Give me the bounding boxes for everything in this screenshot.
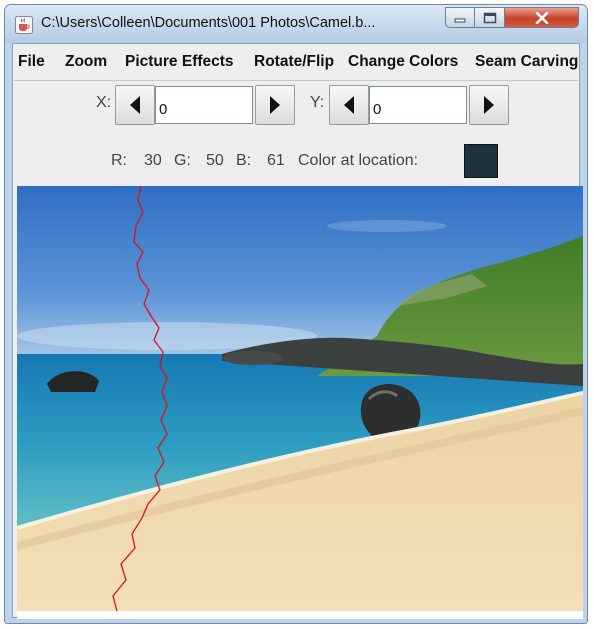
right-arrow-icon	[270, 96, 280, 114]
blue-value: 61	[267, 152, 285, 169]
client-area: File Zoom Picture Effects Rotate/Flip Ch…	[12, 43, 583, 619]
minimize-icon	[454, 18, 466, 22]
right-arrow-icon	[484, 96, 494, 114]
x-increment-button[interactable]	[255, 85, 295, 125]
menu-rotate-flip[interactable]: Rotate/Flip	[254, 53, 334, 71]
close-icon	[535, 11, 548, 24]
app-window: C:\Users\Colleen\Documents\001 Photos\Ca…	[4, 4, 588, 624]
blue-label: B:	[236, 152, 252, 169]
menu-seam-carving[interactable]: Seam Carving	[475, 53, 578, 71]
maximize-button[interactable]	[475, 7, 505, 28]
window-title: C:\Users\Colleen\Documents\001 Photos\Ca…	[41, 15, 376, 31]
menu-picture-effects[interactable]: Picture Effects	[125, 53, 234, 71]
green-value: 50	[206, 152, 224, 169]
menu-zoom[interactable]: Zoom	[65, 53, 107, 71]
x-decrement-button[interactable]	[115, 85, 155, 125]
menu-bar: File Zoom Picture Effects Rotate/Flip Ch…	[13, 44, 579, 81]
left-arrow-icon	[344, 96, 354, 114]
y-decrement-button[interactable]	[329, 85, 369, 125]
maximize-icon	[483, 12, 496, 23]
left-arrow-icon	[130, 96, 140, 114]
menu-change-colors[interactable]: Change Colors	[348, 53, 458, 71]
java-cup-icon[interactable]	[15, 16, 33, 34]
coordinate-controls: X: Y:	[13, 82, 579, 132]
y-increment-button[interactable]	[469, 85, 509, 125]
red-value: 30	[144, 152, 162, 169]
x-label: X:	[96, 94, 112, 111]
y-coordinate-input[interactable]	[369, 86, 467, 124]
red-label: R:	[111, 152, 127, 169]
y-label: Y:	[310, 94, 325, 111]
green-label: G:	[174, 152, 191, 169]
beach-photo[interactable]	[17, 186, 583, 611]
color-at-location-label: Color at location:	[298, 152, 419, 169]
x-coordinate-input[interactable]	[155, 86, 253, 124]
color-readout: R: 30 G: 50 B: 61 Color at location:	[13, 140, 579, 180]
menu-file[interactable]: File	[18, 53, 45, 71]
title-bar[interactable]: C:\Users\Colleen\Documents\001 Photos\Ca…	[5, 5, 587, 43]
minimize-button[interactable]	[445, 7, 475, 28]
picture-canvas[interactable]	[17, 186, 583, 619]
close-button[interactable]	[505, 7, 579, 28]
color-swatch	[464, 144, 498, 178]
